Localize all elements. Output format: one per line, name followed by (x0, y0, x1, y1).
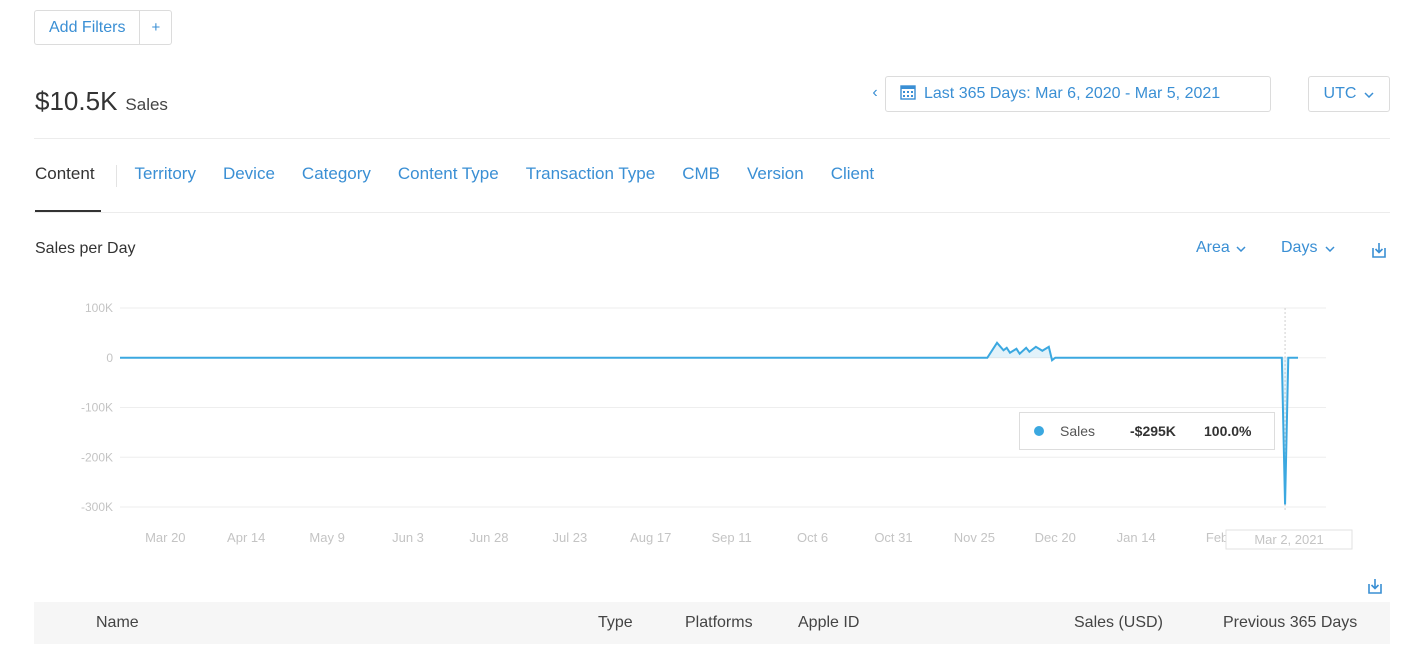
tooltip-percent: 100.0% (1204, 423, 1252, 439)
x-tick-label: Jul 23 (552, 530, 587, 545)
tab-territory[interactable]: Territory (135, 164, 196, 188)
download-icon[interactable] (1370, 241, 1388, 264)
x-tick-label: Mar 20 (145, 530, 185, 545)
date-range-label: Last 365 Days: Mar 6, 2020 - Mar 5, 2021 (924, 85, 1221, 102)
x-tick-label: Apr 14 (227, 530, 265, 545)
granularity-select[interactable]: Days (1281, 239, 1335, 257)
x-tick-label: Nov 25 (954, 530, 995, 545)
chart-title: Sales per Day (35, 240, 136, 257)
x-tick-label: Aug 17 (630, 530, 671, 545)
chevron-down-icon (1236, 239, 1246, 257)
previous-period-button[interactable]: ‹ (866, 84, 884, 102)
y-tick-label: -100K (81, 401, 113, 415)
tab-device[interactable]: Device (223, 164, 275, 188)
column-header-name[interactable]: Name (96, 614, 139, 632)
chart-type-value: Area (1196, 239, 1230, 256)
tab-transaction-type[interactable]: Transaction Type (526, 164, 655, 188)
column-header-platforms[interactable]: Platforms (685, 614, 753, 632)
calendar-icon (900, 84, 916, 105)
tab-separator (115, 165, 117, 187)
summary-value: $10.5K (35, 86, 118, 116)
filter-group: Add Filters + (34, 10, 173, 45)
sales-summary: $10.5K Sales (35, 86, 168, 117)
add-filter-plus-button[interactable]: + (139, 11, 171, 44)
tab-client[interactable]: Client (831, 164, 874, 188)
x-tick-label: Dec 20 (1035, 530, 1076, 545)
tab-category[interactable]: Category (302, 164, 371, 188)
tab-cmb[interactable]: CMB (682, 164, 720, 188)
summary-label: Sales (125, 95, 168, 114)
tooltip-series-name: Sales (1060, 423, 1096, 439)
column-header-type[interactable]: Type (598, 614, 633, 632)
chart-type-select[interactable]: Area (1196, 239, 1246, 257)
column-header-apple-id[interactable]: Apple ID (798, 614, 859, 632)
tabs-divider (34, 212, 1390, 213)
x-tick-label: Sep 11 (712, 530, 752, 545)
dimension-tabs: Content Territory Device Category Conten… (35, 164, 901, 188)
x-tick-label: Oct 6 (797, 530, 828, 545)
download-icon[interactable] (1366, 577, 1384, 600)
column-header-previous-365-days[interactable]: Previous 365 Days (1223, 614, 1357, 632)
column-header-sales[interactable]: Sales (USD) (1074, 614, 1163, 632)
chevron-down-icon (1364, 85, 1374, 103)
x-tick-label: May 9 (309, 530, 344, 545)
chevron-down-icon (1325, 239, 1335, 257)
add-filters-button[interactable]: Add Filters (35, 11, 139, 44)
date-range-picker[interactable]: Last 365 Days: Mar 6, 2020 - Mar 5, 2021 (885, 76, 1271, 112)
x-tick-label: Jun 28 (469, 530, 508, 545)
y-tick-label: 0 (106, 351, 113, 365)
x-tick-label: Oct 31 (874, 530, 912, 545)
tooltip-value: -$295K (1130, 423, 1176, 439)
y-tick-label: 100K (85, 301, 113, 315)
x-tick-label: Jun 3 (392, 530, 424, 545)
y-tick-label: -200K (81, 450, 113, 464)
tab-content[interactable]: Content (35, 164, 95, 188)
x-tick-label: Feb (1206, 530, 1228, 545)
timezone-select[interactable]: UTC (1308, 76, 1390, 112)
y-tick-label: -300K (81, 500, 113, 514)
chart-tooltip: Sales -$295K 100.0% (1019, 412, 1275, 450)
tab-content-type[interactable]: Content Type (398, 164, 499, 188)
hover-date-label: Mar 2, 2021 (1254, 532, 1323, 547)
x-tick-label: Jan 14 (1117, 530, 1156, 545)
tab-version[interactable]: Version (747, 164, 804, 188)
timezone-value: UTC (1323, 85, 1357, 102)
series-color-dot (1034, 426, 1044, 436)
header-divider (34, 138, 1390, 139)
table-header: Name Type Platforms Apple ID Sales (USD)… (34, 602, 1390, 644)
granularity-value: Days (1281, 239, 1318, 256)
